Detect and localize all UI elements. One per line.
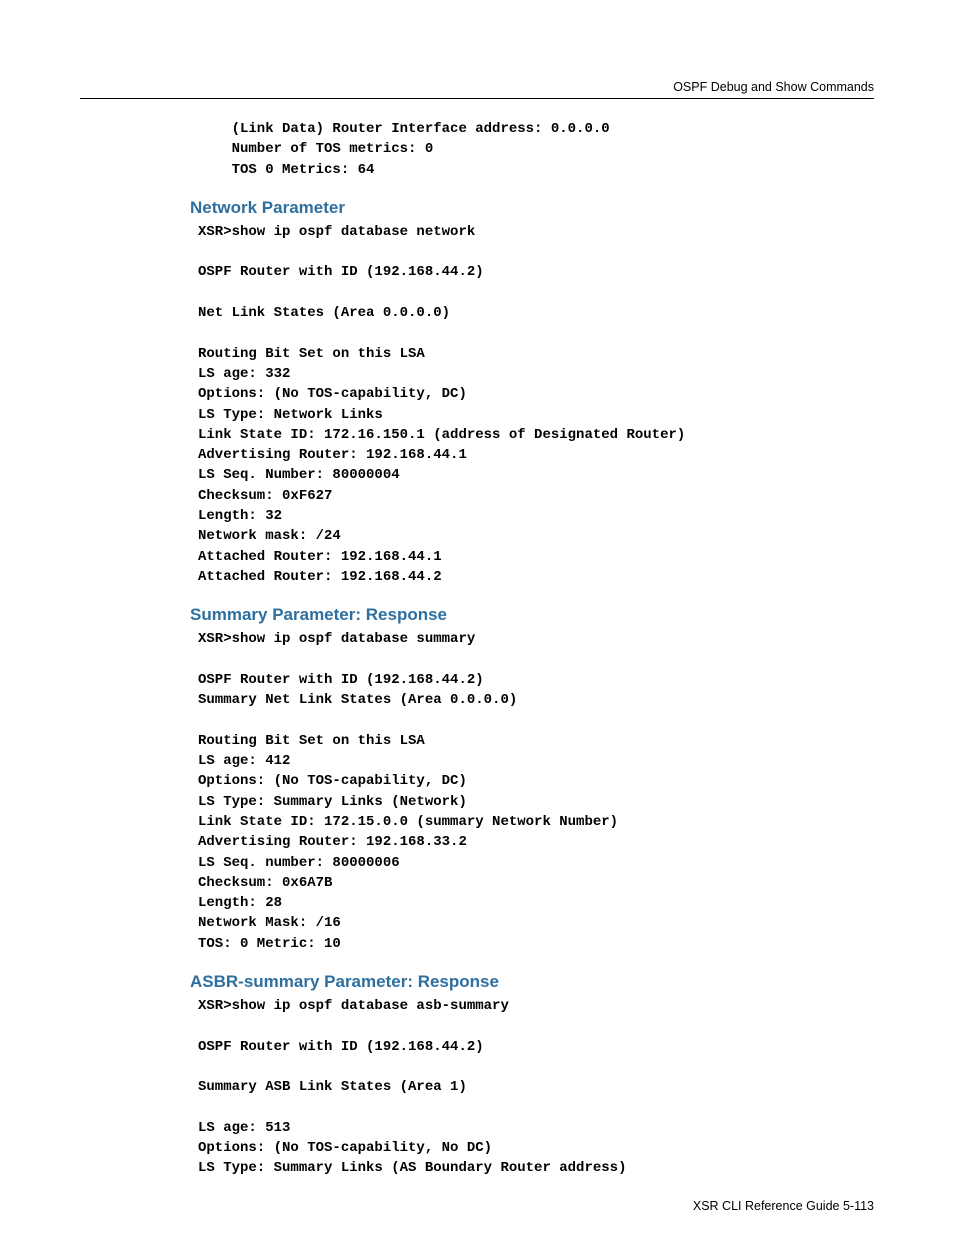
section-heading-summary: Summary Parameter: Response [190, 605, 874, 625]
section-heading-asbr: ASBR-summary Parameter: Response [190, 972, 874, 992]
page-content: (Link Data) Router Interface address: 0.… [80, 119, 874, 1179]
intro-terminal-output: (Link Data) Router Interface address: 0.… [198, 119, 874, 180]
page-footer: XSR CLI Reference Guide 5-113 [80, 1199, 874, 1213]
summary-terminal-output: XSR>show ip ospf database summary OSPF R… [198, 629, 874, 954]
asbr-terminal-output: XSR>show ip ospf database asb-summary OS… [198, 996, 874, 1179]
section-heading-network: Network Parameter [190, 198, 874, 218]
running-header: OSPF Debug and Show Commands [80, 80, 874, 99]
network-terminal-output: XSR>show ip ospf database network OSPF R… [198, 222, 874, 587]
